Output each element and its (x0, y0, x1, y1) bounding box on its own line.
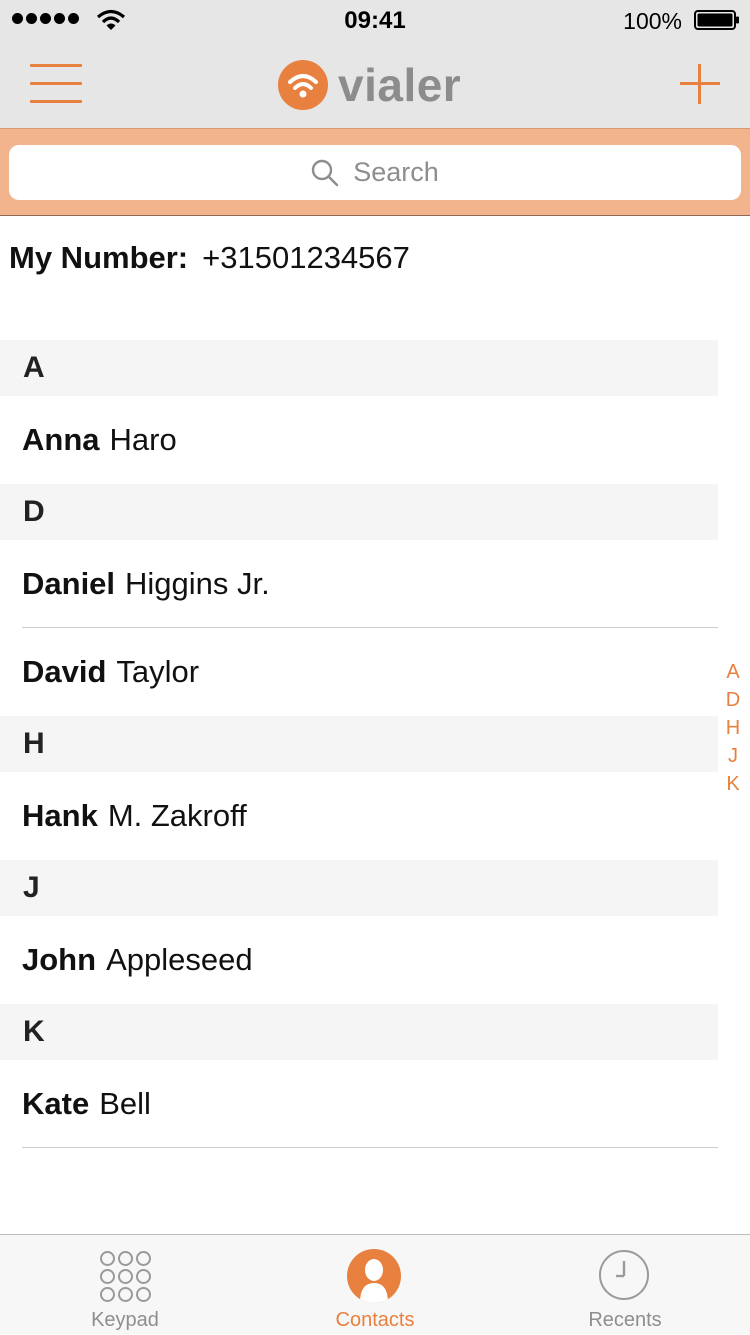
search-bar-container: Search (0, 128, 750, 216)
navigation-bar: vialer (0, 40, 750, 128)
index-letter-d[interactable]: D (722, 686, 744, 714)
app-logo: vialer (278, 58, 461, 112)
section-header-a: A (0, 340, 718, 396)
tab-contacts[interactable]: Contacts (250, 1235, 500, 1335)
index-letter-h[interactable]: H (722, 714, 744, 742)
contact-row[interactable]: Kate Bell (0, 1060, 718, 1148)
contact-row[interactable]: Daniel Higgins Jr. (0, 540, 718, 628)
contacts-icon (347, 1249, 401, 1303)
section-header-d: D (0, 484, 718, 540)
tab-label: Contacts (335, 1309, 415, 1331)
index-letter-j[interactable]: J (722, 742, 744, 770)
menu-button[interactable] (30, 62, 84, 104)
tab-keypad[interactable]: Keypad (0, 1235, 250, 1335)
contact-row[interactable]: David Taylor (0, 628, 718, 716)
contact-list: A Anna Haro D Daniel Higgins Jr. David Tayl… (0, 340, 718, 1148)
contact-last-name: Bell (99, 1086, 151, 1121)
search-placeholder: Search (353, 157, 439, 187)
app-name: vialer (338, 59, 462, 111)
battery-icon (694, 10, 739, 30)
search-icon (312, 159, 339, 186)
contact-first-name: John (22, 942, 97, 977)
recents-icon (599, 1250, 649, 1300)
my-number: My Number: +31501234567 (9, 240, 410, 276)
battery-percentage: 100% (623, 8, 682, 34)
status-bar: 09:41 100% (0, 0, 750, 40)
section-header-k: K (0, 1004, 718, 1060)
contact-row[interactable]: John Appleseed (0, 916, 718, 1004)
section-header-h: H (0, 716, 718, 772)
add-contact-button[interactable] (680, 64, 720, 104)
contact-last-name: M. Zakroff (107, 798, 247, 833)
section-index[interactable]: A D H J K (722, 658, 744, 798)
contact-row[interactable]: Hank M. Zakroff (0, 772, 718, 860)
keypad-icon (100, 1251, 151, 1302)
index-letter-a[interactable]: A (722, 658, 744, 686)
contact-first-name: Daniel (22, 566, 116, 601)
search-input[interactable]: Search (9, 145, 741, 200)
contact-last-name: Taylor (116, 654, 200, 689)
vialer-logo-icon (278, 60, 328, 110)
section-header-j: J (0, 860, 718, 916)
tab-label: Recents (588, 1309, 662, 1331)
contact-last-name: Higgins Jr. (125, 566, 270, 601)
contact-first-name: Hank (22, 798, 98, 833)
index-letter-k[interactable]: K (722, 770, 744, 798)
contact-first-name: Kate (22, 1086, 90, 1121)
contact-last-name: Haro (109, 422, 177, 457)
my-number-label: My Number: (9, 240, 189, 275)
contact-last-name: Appleseed (106, 942, 253, 977)
contact-row[interactable]: Anna Haro (0, 396, 718, 484)
my-number-value: +31501234567 (202, 240, 410, 275)
tab-bar: Keypad Contacts Recents (0, 1234, 750, 1334)
tab-label: Keypad (91, 1309, 159, 1331)
contact-first-name: Anna (22, 422, 100, 457)
contact-first-name: David (22, 654, 107, 689)
tab-recents[interactable]: Recents (500, 1235, 750, 1335)
